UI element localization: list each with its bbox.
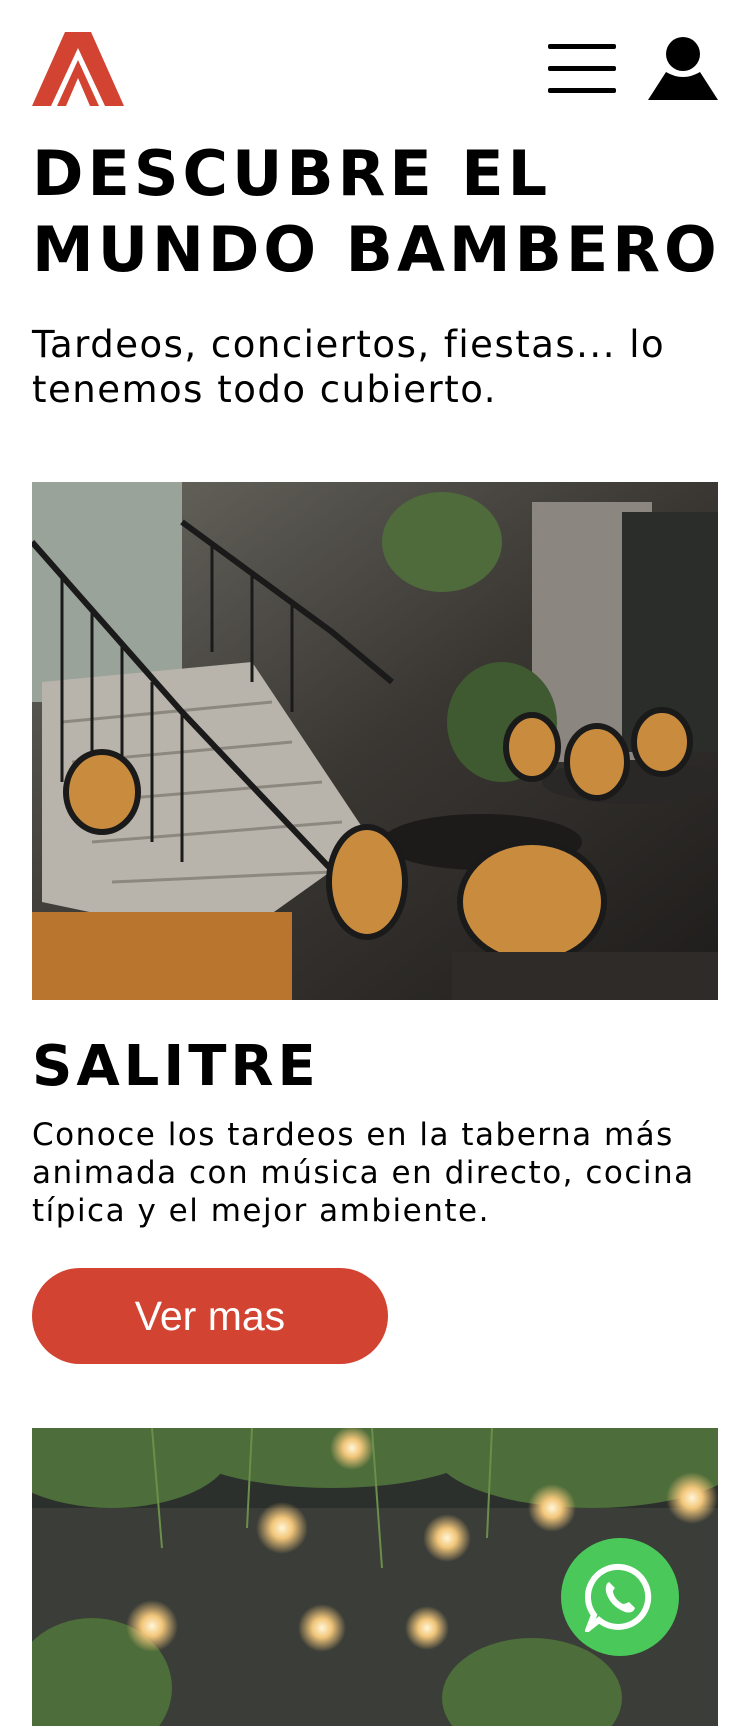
page-subtitle: Tardeos, conciertos, fiestas... lo tenem… (32, 322, 722, 412)
menu-button[interactable] (548, 44, 616, 94)
venue-title: SALITRE (32, 1034, 320, 1099)
venue-description-line-2: animada con música en directo, cocina (32, 1155, 695, 1191)
hamburger-line (548, 88, 616, 93)
user-account-button[interactable] (648, 36, 718, 102)
salitre-photo (32, 482, 718, 1000)
whatsapp-button[interactable] (561, 1538, 679, 1656)
page-title-line-1: DESCUBRE EL (32, 137, 552, 210)
user-account-icon (648, 37, 718, 100)
venue-description-line-3: típica y el mejor ambiente. (32, 1193, 490, 1229)
page-title-line-2: MUNDO BAMBERO (32, 213, 721, 286)
whatsapp-icon (585, 1563, 652, 1632)
bambero-logo-icon (32, 32, 124, 106)
page-subtitle-line-1: Tardeos, conciertos, fiestas... lo (32, 323, 666, 366)
venue-description-line-1: Conoce los tardeos en la taberna más (32, 1117, 674, 1153)
hamburger-line (548, 66, 616, 71)
venue-description: Conoce los tardeos en la taberna más ani… (32, 1116, 732, 1230)
page-title: DESCUBRE EL MUNDO BAMBERO (32, 136, 722, 288)
hamburger-menu-icon (548, 44, 616, 49)
site-header (0, 0, 750, 120)
logo[interactable] (32, 32, 124, 106)
ver-mas-button[interactable]: Ver mas (32, 1268, 388, 1364)
page-subtitle-line-2: tenemos todo cubierto. (32, 368, 498, 411)
